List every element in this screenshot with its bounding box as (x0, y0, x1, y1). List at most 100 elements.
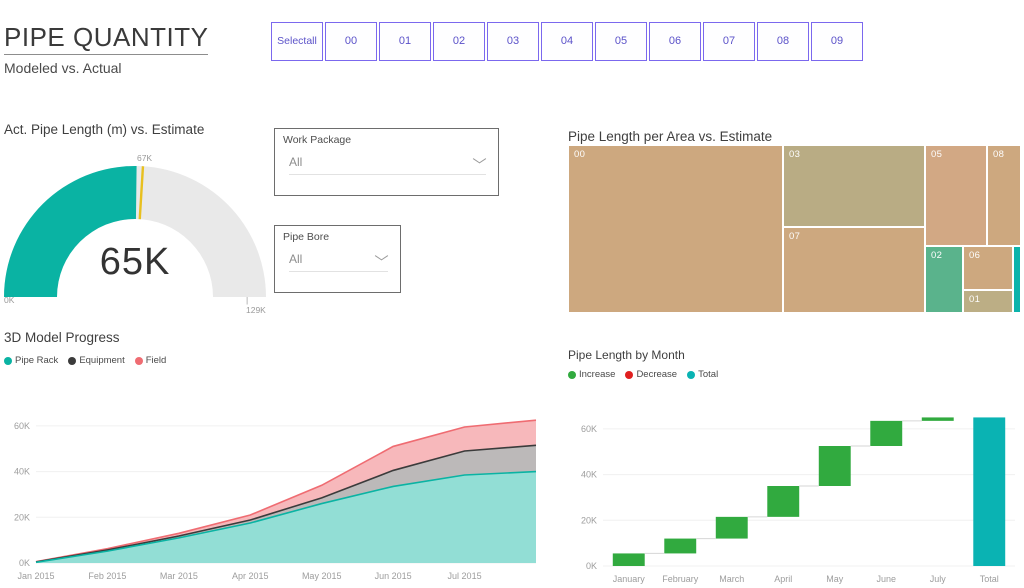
pipe-length-treemap[interactable]: 00 03 07 05 08 02 06 01 (568, 145, 1021, 313)
treemap-cell-06[interactable]: 06 (963, 246, 1013, 290)
area-y-tick-label: 60K (14, 421, 30, 431)
waterfall-bar-january[interactable] (612, 553, 645, 566)
treemap-cell-label: 02 (931, 250, 943, 261)
area-legend-item-field[interactable]: Field (134, 355, 167, 366)
model-progress-area-chart[interactable]: 0K 20K 40K 60K Jan 2015 Feb 2015 Mar 2015 Apr 2… (0, 385, 548, 585)
tile-slicer-item-05[interactable]: 05 (595, 22, 647, 61)
legend-dot-icon (687, 370, 696, 379)
tile-slicer-item-label: 04 (560, 35, 574, 48)
waterfall-bar-february[interactable] (664, 538, 697, 554)
area-x-tick-label: Mar 2015 (160, 571, 198, 581)
waterfall-y-tick-label: 60K (581, 424, 597, 434)
area-x-tick-label: Jan 2015 (17, 571, 54, 581)
treemap-cell-label: 05 (931, 149, 943, 160)
legend-label: Decrease (636, 369, 678, 380)
pipe-length-gauge[interactable]: 65K 0K | 129K 67K (0, 145, 270, 315)
gauge-min-label: 0K (4, 295, 15, 305)
tile-slicer-item-09[interactable]: 09 (811, 22, 863, 61)
slicer-work-package-label: Work Package (283, 134, 352, 146)
area-x-tick-label: Feb 2015 (88, 571, 126, 581)
chevron-down-icon (375, 255, 388, 263)
tile-slicer-item-select-all[interactable]: Select all (271, 22, 323, 61)
treemap-cell-08[interactable]: 08 (987, 145, 1021, 246)
tile-slicer-item-label: Select (277, 35, 307, 48)
waterfall-legend-item-increase[interactable]: Increase (568, 369, 615, 380)
waterfall-title: Pipe Length by Month (568, 348, 685, 362)
treemap-cell-00[interactable]: 00 (568, 145, 783, 313)
gauge-max-label: | 129K (246, 295, 266, 315)
waterfall-legend-item-total[interactable]: Total (687, 369, 718, 380)
tile-slicer-item-label: 07 (722, 35, 736, 48)
waterfall-bar-may[interactable] (818, 446, 851, 486)
legend-label: Equipment (79, 355, 125, 366)
waterfall-y-tick-label: 20K (581, 515, 597, 525)
tile-slicer-item-label: 00 (344, 35, 358, 48)
tile-slicer-item-07[interactable]: 07 (703, 22, 755, 61)
area-x-tick-label: Jul 2015 (448, 571, 482, 581)
tile-slicer-item-08[interactable]: 08 (757, 22, 809, 61)
waterfall-bar-july[interactable] (921, 417, 954, 421)
area-legend-item-equipment[interactable]: Equipment (68, 355, 125, 366)
waterfall-bar-april[interactable] (767, 486, 800, 517)
legend-label: Field (145, 355, 167, 366)
tile-slicer-item-label: 05 (614, 35, 628, 48)
slicer-pipe-bore-dropdown[interactable]: All (289, 252, 388, 272)
tile-slicer-item-label: 09 (830, 35, 844, 48)
waterfall-x-tick-label: January (613, 574, 646, 584)
tile-slicer-item-label: 02 (452, 35, 466, 48)
area-y-tick-label: 20K (14, 512, 30, 522)
tile-slicer-item-03[interactable]: 03 (487, 22, 539, 61)
treemap-cell-01[interactable]: 01 (963, 290, 1013, 313)
area-tile-slicer[interactable]: Select all 00 01 02 03 04 05 06 07 08 09 (271, 22, 863, 61)
treemap-cell-02[interactable]: 02 (925, 246, 963, 313)
legend-dot-icon (568, 370, 576, 379)
tile-slicer-item-label: all (306, 35, 317, 48)
tile-slicer-item-06[interactable]: 06 (649, 22, 701, 61)
tile-slicer-item-01[interactable]: 01 (379, 22, 431, 61)
waterfall-legend-item-decrease[interactable]: Decrease (625, 369, 677, 380)
waterfall-x-tick-label: May (826, 574, 844, 584)
treemap-cell-label: 01 (969, 294, 981, 305)
treemap-cell-05[interactable]: 05 (925, 145, 987, 246)
slicer-pipe-bore-value: All (289, 252, 303, 266)
slicer-work-package-dropdown[interactable]: All (289, 155, 486, 175)
pipe-length-waterfall-chart[interactable]: 0K 20K 40K 60K January February March April May J… (565, 388, 1021, 588)
waterfall-bar-total[interactable] (973, 417, 1006, 566)
page-title: PIPE QUANTITY (4, 23, 209, 56)
waterfall-legend: Increase Decrease Total (568, 369, 725, 380)
legend-label: Total (698, 369, 719, 380)
slicer-work-package-value: All (289, 155, 303, 169)
area-y-tick-label: 0K (19, 558, 30, 568)
tile-slicer-item-00[interactable]: 00 (325, 22, 377, 61)
slicer-work-package[interactable]: Work Package All (274, 128, 499, 196)
slicer-pipe-bore-label: Pipe Bore (283, 231, 330, 243)
area-x-tick-label: May 2015 (302, 571, 342, 581)
treemap-cell-label: 06 (969, 250, 981, 261)
waterfall-x-tick-label: Total (980, 574, 999, 584)
tile-slicer-item-label: 08 (776, 35, 790, 48)
area-legend-item-pipe-rack[interactable]: Pipe Rack (4, 355, 58, 366)
area-chart-legend: Pipe Rack Equipment Field (4, 355, 173, 366)
legend-dot-icon (68, 356, 77, 365)
tile-slicer-item-label: 06 (668, 35, 682, 48)
waterfall-y-tick-label: 0K (586, 561, 597, 571)
tile-slicer-item-label: 03 (506, 35, 520, 48)
treemap-cell-label: 08 (993, 149, 1005, 160)
treemap-title: Pipe Length per Area vs. Estimate (568, 129, 773, 144)
slicer-pipe-bore[interactable]: Pipe Bore All (274, 225, 401, 293)
waterfall-bar-march[interactable] (715, 516, 748, 539)
treemap-cell-label: 07 (789, 231, 801, 242)
treemap-cell-04[interactable] (1013, 246, 1021, 313)
treemap-cell-07[interactable]: 07 (783, 227, 925, 313)
dashboard-page: PIPE QUANTITY Modeled vs. Actual Select a… (0, 0, 1024, 588)
legend-label: Increase (579, 369, 616, 380)
tile-slicer-item-label: 01 (398, 35, 412, 48)
legend-dot-icon (625, 370, 634, 379)
tile-slicer-item-02[interactable]: 02 (433, 22, 485, 61)
waterfall-bar-june[interactable] (870, 420, 903, 446)
treemap-cell-label: 03 (789, 149, 801, 160)
gauge-target-label: 67K (136, 153, 153, 163)
tile-slicer-item-04[interactable]: 04 (541, 22, 593, 61)
treemap-cell-label: 00 (574, 149, 586, 160)
treemap-cell-03[interactable]: 03 (783, 145, 925, 227)
